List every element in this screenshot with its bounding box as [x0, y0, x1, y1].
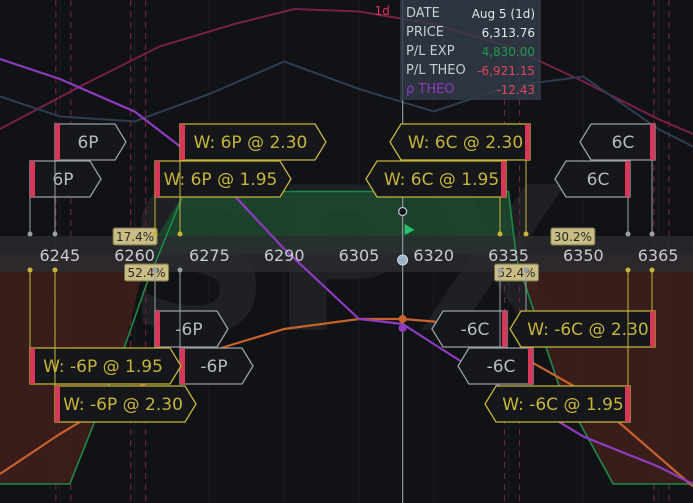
leg-label: W: -6P @ 2.30: [63, 395, 183, 415]
leg-stem-dot: [27, 231, 33, 237]
leg-stem-dot: [52, 231, 58, 237]
leg-label: -6P: [175, 320, 202, 340]
tooltip-price-key: PRICE: [406, 25, 444, 40]
breakeven-label: 52.4%: [128, 266, 166, 280]
leg-label: -6C: [487, 357, 516, 377]
leg-side-marker: [502, 311, 507, 347]
leg-stem-dot: [649, 231, 655, 237]
leg-label: 6P: [77, 133, 98, 153]
tooltip-date-value: Aug 5 (1d): [471, 7, 535, 21]
tooltip-date-key: DATE: [406, 6, 440, 21]
leg-stem-dot: [27, 267, 33, 273]
tooltip-pl-exp-value: 4,830.00: [481, 45, 535, 59]
leg-label: -6C: [461, 320, 490, 340]
tooltip-row-pl-exp: P/L EXP 4,830.00: [406, 44, 535, 62]
leg-stem-dot: [625, 267, 631, 273]
x-tick-label: 6350: [563, 246, 604, 265]
tooltip-row-rho: ρ THEO -12.43: [406, 82, 535, 100]
breakeven-label: 30.2%: [554, 230, 592, 244]
leg-label: -6P: [200, 357, 227, 377]
leg-label: W: 6P @ 2.30: [194, 133, 308, 153]
tooltip-row-price: PRICE 6,313.76: [406, 25, 535, 43]
tooltip-row-pl-theo: P/L THEO -6,921.15: [406, 63, 535, 81]
rho-marker: [398, 324, 407, 332]
tooltip-row-date: DATE Aug 5 (1d): [406, 6, 535, 24]
cursor-marker-top: [397, 206, 408, 217]
leg-side-marker: [155, 311, 160, 347]
leg-stem-dot: [497, 231, 503, 237]
leg-label: 6C: [587, 170, 610, 190]
tooltip-rho-value: -12.43: [496, 83, 535, 97]
leg-label: 6P: [52, 170, 73, 190]
leg-stem-dot: [497, 267, 503, 273]
cursor-marker-axis[interactable]: [397, 254, 409, 266]
leg-stem-dot: [177, 267, 183, 273]
leg-label: W: -6C @ 1.95: [502, 395, 623, 415]
leg-side-marker: [501, 161, 506, 197]
leg-label: W: 6P @ 1.95: [164, 170, 278, 190]
leg-side-marker: [625, 386, 630, 422]
x-tick-label: 6305: [339, 246, 380, 265]
tooltip-rho-key: ρ THEO: [406, 82, 455, 97]
leg-stem-dot: [152, 231, 158, 237]
leg-side-marker: [180, 124, 185, 160]
analyze-chart[interactable]: SPX6245626062756290630563206335635063651…: [0, 0, 693, 503]
leg-label: W: -6P @ 1.95: [43, 357, 163, 377]
breakeven-label: 17.4%: [116, 230, 154, 244]
breakeven-label: 52.4%: [497, 266, 535, 280]
tooltip-pl-theo-value: -6,921.15: [477, 64, 535, 78]
leg-stem-dot: [649, 267, 655, 273]
leg-stem-dot: [523, 231, 529, 237]
leg-side-marker: [55, 386, 60, 422]
leg-side-marker: [650, 311, 655, 347]
x-tick-label: 6260: [114, 246, 155, 265]
leg-stem-dot: [152, 267, 158, 273]
x-tick-label: 6320: [413, 246, 454, 265]
pl-theo-marker: [398, 315, 407, 323]
leg-label: W: 6C @ 1.95: [384, 170, 499, 190]
leg-stem-dot: [177, 231, 183, 237]
leg-side-marker: [55, 124, 60, 160]
leg-stem-dot: [625, 231, 631, 237]
leg-side-marker: [30, 161, 35, 197]
tooltip-pl-exp-key: P/L EXP: [406, 44, 455, 59]
leg-label: W: 6C @ 2.30: [408, 133, 523, 153]
leg-label: 6C: [612, 133, 635, 153]
info-tooltip: DATE Aug 5 (1d) PRICE 6,313.76 P/L EXP 4…: [400, 0, 541, 100]
x-tick-label: 6365: [638, 246, 679, 265]
leg-side-marker: [30, 348, 35, 384]
leg-stem-dot: [52, 267, 58, 273]
x-tick-label: 6290: [264, 246, 305, 265]
leg-side-marker: [625, 161, 630, 197]
leg-side-marker: [528, 348, 533, 384]
leg-side-marker: [525, 124, 530, 160]
tooltip-price-value: 6,313.76: [481, 26, 535, 40]
leg-stem-dot: [523, 267, 529, 273]
tooltip-pl-theo-key: P/L THEO: [406, 63, 466, 78]
leg-side-marker: [650, 124, 655, 160]
leg-label: W: -6C @ 2.30: [527, 320, 648, 340]
x-tick-label: 6335: [488, 246, 529, 265]
tooltip-corner-label: 1d: [375, 4, 390, 18]
risk-profile-chart[interactable]: SPX6245626062756290630563206335635063651…: [0, 0, 693, 503]
leg-side-marker: [155, 161, 160, 197]
x-tick-label: 6275: [189, 246, 230, 265]
x-tick-label: 6245: [39, 246, 80, 265]
